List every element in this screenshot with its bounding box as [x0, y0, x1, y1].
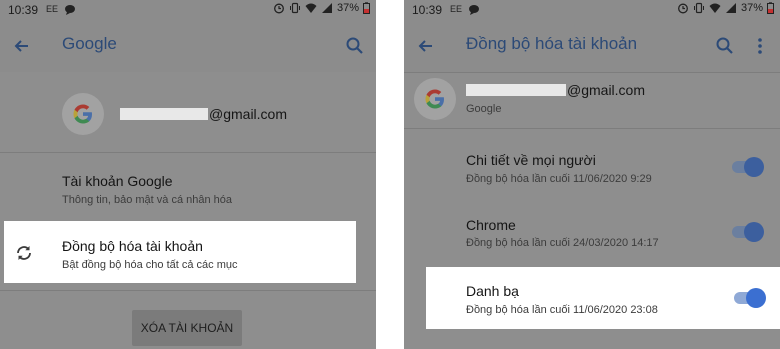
wifi-icon	[305, 2, 317, 14]
message-icon	[468, 4, 480, 16]
sync-icon	[14, 243, 34, 263]
account-email: @gmail.com	[120, 106, 287, 122]
account-sync-item[interactable]: Đồng bộ hóa tài khoản Bật đồng bộ hóa ch…	[4, 221, 356, 283]
email-domain: @gmail.com	[567, 82, 646, 98]
email-redaction	[466, 84, 566, 96]
sync-toggle[interactable]	[732, 288, 766, 308]
notification-label: EE	[450, 4, 463, 14]
battery-percent: 37%	[740, 2, 763, 14]
arrow-back-icon[interactable]	[12, 36, 32, 56]
google-account-subtitle: Thông tin, bảo mật và cá nhân hóa	[62, 194, 233, 206]
app-bar: Đồng bộ hóa tài khoản	[404, 20, 780, 72]
message-icon	[64, 4, 76, 16]
toggle-thumb	[746, 288, 766, 308]
left-phone-screen: 10:39 EE 37% Google @gmail.com Tài khoản…	[0, 0, 376, 349]
account-type: Google	[466, 103, 502, 115]
sync-item-title: Chi tiết về mọi người	[466, 152, 596, 168]
system-icons: 37%	[273, 2, 370, 14]
divider	[404, 128, 780, 129]
signal-icon	[725, 2, 737, 14]
email-redaction	[120, 108, 208, 120]
alarm-icon	[677, 2, 689, 14]
sync-toggle[interactable]	[730, 222, 764, 242]
status-bar: 10:39 EE 37%	[404, 0, 780, 20]
toggle-thumb	[744, 222, 764, 242]
more-vert-icon[interactable]	[756, 36, 764, 56]
google-logo-icon	[73, 104, 92, 124]
toggle-thumb	[744, 157, 764, 177]
page-title: Google	[62, 34, 117, 53]
page-title: Đồng bộ hóa tài khoản	[466, 34, 638, 53]
sync-item-subtitle: Đồng bộ hóa lần cuối 24/03/2020 14:17	[466, 237, 659, 249]
signal-icon	[321, 2, 333, 14]
status-time: 10:39	[8, 3, 39, 17]
arrow-back-icon[interactable]	[416, 36, 436, 56]
sync-item-title: Danh bạ	[466, 283, 519, 299]
google-account-avatar	[414, 78, 456, 120]
divider	[404, 72, 780, 73]
wifi-icon	[709, 2, 721, 14]
account-sync-title: Đồng bộ hóa tài khoản	[62, 238, 203, 254]
app-bar: Google	[0, 20, 376, 72]
search-icon[interactable]	[715, 36, 735, 56]
account-sync-subtitle: Bật đồng bộ hóa cho tất cả các mục	[62, 259, 238, 271]
system-icons: 37%	[677, 2, 774, 14]
battery-icon	[363, 2, 370, 14]
right-phone-screen: 10:39 EE 37% Đồng bộ hóa tài khoản @gmai…	[404, 0, 780, 349]
email-domain: @gmail.com	[209, 106, 288, 122]
sync-toggle[interactable]	[730, 157, 764, 177]
sync-item-subtitle: Đồng bộ hóa lần cuối 11/06/2020 23:08	[466, 304, 658, 316]
alarm-icon	[273, 2, 285, 14]
sync-item-subtitle: Đồng bộ hóa lần cuối 11/06/2020 9:29	[466, 173, 652, 185]
battery-percent: 37%	[336, 2, 359, 14]
account-email: @gmail.com	[466, 82, 645, 98]
vibrate-icon	[693, 2, 705, 14]
sync-item-contacts[interactable]: Danh bạ Đồng bộ hóa lần cuối 11/06/2020 …	[426, 267, 780, 329]
vibrate-icon	[289, 2, 301, 14]
divider	[0, 152, 376, 153]
google-logo-icon	[425, 89, 444, 109]
remove-account-button[interactable]: XÓA TÀI KHOẢN	[132, 310, 242, 346]
search-icon[interactable]	[345, 36, 365, 56]
status-time: 10:39	[412, 3, 443, 17]
google-account-avatar	[62, 93, 104, 135]
divider	[0, 290, 376, 291]
battery-icon	[767, 2, 774, 14]
sync-item-title: Chrome	[466, 217, 516, 233]
google-account-title: Tài khoản Google	[62, 173, 173, 189]
notification-label: EE	[46, 4, 59, 14]
status-bar: 10:39 EE 37%	[0, 0, 376, 20]
